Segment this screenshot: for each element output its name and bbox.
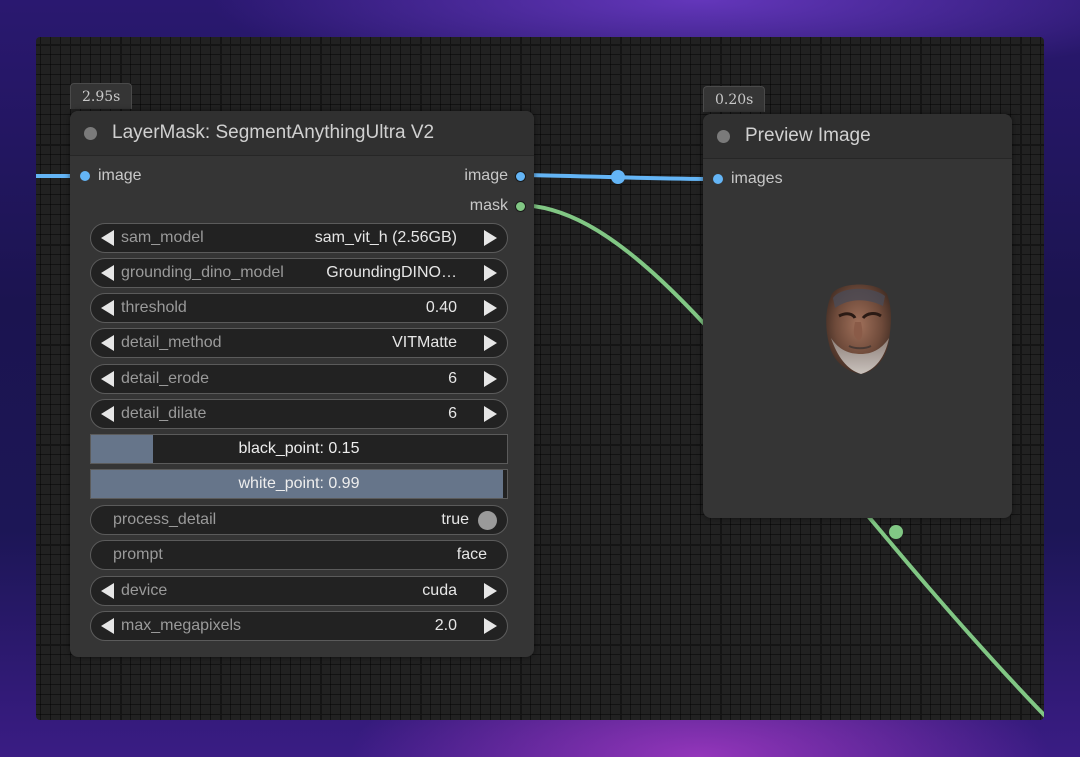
node-title: Preview Image — [745, 125, 871, 146]
segmented-face-image — [826, 284, 891, 374]
widget-sam-model[interactable]: sam_model sam_vit_h (2.56GB) — [90, 223, 508, 253]
widget-name: detail_dilate — [121, 405, 207, 422]
widget-device[interactable]: device cuda — [90, 576, 508, 606]
widget-value[interactable]: 6 — [448, 370, 457, 388]
output-slot-image[interactable]: image — [406, 166, 526, 186]
increment-arrow-icon[interactable] — [484, 371, 497, 387]
widget-threshold[interactable]: threshold 0.40 — [90, 293, 508, 323]
slider-label: white_point: 0.99 — [238, 475, 360, 492]
slider-black-point[interactable]: black_point: 0.15 — [90, 434, 508, 464]
node-title-bar[interactable]: Preview Image — [703, 114, 1012, 159]
widget-name: prompt — [113, 546, 163, 563]
decrement-arrow-icon[interactable] — [101, 583, 114, 599]
toggle-process-detail[interactable]: process_detail true — [90, 505, 508, 535]
widget-value[interactable]: cuda — [422, 582, 457, 600]
toggle-knob-icon[interactable] — [478, 511, 497, 530]
preview-image[interactable] — [817, 276, 897, 381]
input-slot-image[interactable]: image — [80, 166, 200, 186]
input-slot-label: images — [731, 170, 783, 187]
input-image-dot-icon[interactable] — [713, 174, 723, 184]
mask-link-midpoint[interactable] — [889, 525, 903, 539]
output-slot-mask[interactable]: mask — [406, 196, 526, 216]
widget-value[interactable]: VITMatte — [392, 334, 457, 352]
output-slot-label: image — [464, 167, 508, 184]
node-title: LayerMask: SegmentAnythingUltra V2 — [112, 122, 435, 143]
increment-arrow-icon[interactable] — [484, 300, 497, 316]
widget-value[interactable]: sam_vit_h (2.56GB) — [315, 229, 457, 247]
widget-value[interactable]: 6 — [448, 405, 457, 423]
slider-label: black_point: 0.15 — [238, 440, 360, 457]
widget-value[interactable]: 0.40 — [426, 299, 457, 317]
widget-value: true — [441, 511, 469, 528]
widget-max-megapixels[interactable]: max_megapixels 2.0 — [90, 611, 508, 641]
decrement-arrow-icon[interactable] — [101, 371, 114, 387]
node-title-bar[interactable]: LayerMask: SegmentAnythingUltra V2 — [70, 111, 534, 156]
decrement-arrow-icon[interactable] — [101, 265, 114, 281]
widget-name: grounding_dino_model — [121, 264, 284, 281]
widget-value[interactable]: face — [457, 546, 487, 564]
increment-arrow-icon[interactable] — [484, 230, 497, 246]
decrement-arrow-icon[interactable] — [101, 230, 114, 246]
input-image-dot-icon[interactable] — [80, 171, 90, 181]
node-graph-canvas[interactable]: 2.95s LayerMask: SegmentAnythingUltra V2… — [36, 37, 1044, 720]
widget-name: sam_model — [121, 229, 204, 246]
widget-name: device — [121, 582, 168, 599]
execution-time-badge: 0.20s — [703, 86, 766, 112]
execution-time-badge: 2.95s — [70, 83, 133, 109]
image-link-midpoint[interactable] — [611, 170, 625, 184]
decrement-arrow-icon[interactable] — [101, 300, 114, 316]
widget-name: process_detail — [113, 511, 217, 528]
increment-arrow-icon[interactable] — [484, 265, 497, 281]
widget-name: detail_method — [121, 334, 222, 351]
widget-grounding-dino-model[interactable]: grounding_dino_model GroundingDINO… — [90, 258, 508, 288]
collapse-dot-icon[interactable] — [84, 127, 97, 140]
increment-arrow-icon[interactable] — [484, 618, 497, 634]
widget-name: threshold — [121, 299, 187, 316]
decrement-arrow-icon[interactable] — [101, 335, 114, 351]
segment-anything-node[interactable]: LayerMask: SegmentAnythingUltra V2 image… — [70, 111, 534, 657]
decrement-arrow-icon[interactable] — [101, 618, 114, 634]
text-widget-prompt[interactable]: prompt face — [90, 540, 508, 570]
input-slot-images[interactable]: images — [713, 169, 853, 189]
output-image-dot-icon[interactable] — [515, 171, 526, 182]
increment-arrow-icon[interactable] — [484, 406, 497, 422]
widget-detail-dilate[interactable]: detail_dilate 6 — [90, 399, 508, 429]
widget-detail-erode[interactable]: detail_erode 6 — [90, 364, 508, 394]
increment-arrow-icon[interactable] — [484, 583, 497, 599]
widget-name: detail_erode — [121, 370, 210, 387]
decrement-arrow-icon[interactable] — [101, 406, 114, 422]
output-mask-dot-icon[interactable] — [515, 201, 526, 212]
widget-value[interactable]: GroundingDINO… — [326, 264, 457, 282]
collapse-dot-icon[interactable] — [717, 130, 730, 143]
widget-detail-method[interactable]: detail_method VITMatte — [90, 328, 508, 358]
input-slot-label: image — [98, 167, 142, 184]
preview-image-node[interactable]: Preview Image images — [703, 114, 1012, 518]
output-slot-label: mask — [469, 197, 508, 214]
slider-white-point[interactable]: white_point: 0.99 — [90, 469, 508, 499]
widget-value[interactable]: 2.0 — [435, 617, 457, 635]
widget-name: max_megapixels — [121, 617, 242, 634]
increment-arrow-icon[interactable] — [484, 335, 497, 351]
